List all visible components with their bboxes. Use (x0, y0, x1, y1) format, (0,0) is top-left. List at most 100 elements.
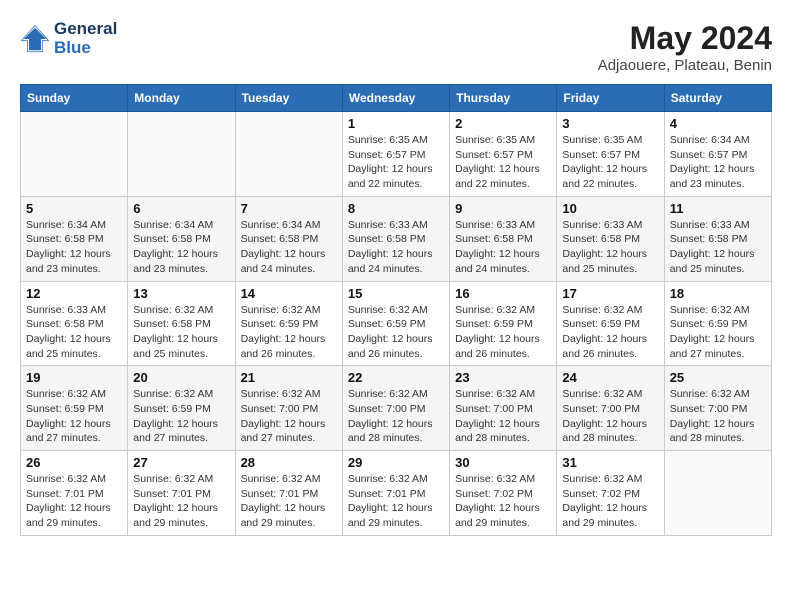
logo-text: General Blue (54, 20, 117, 57)
day-info: Sunrise: 6:33 AMSunset: 6:58 PMDaylight:… (455, 218, 551, 277)
calendar-cell: 14Sunrise: 6:32 AMSunset: 6:59 PMDayligh… (235, 281, 342, 366)
calendar-cell (21, 112, 128, 197)
day-info: Sunrise: 6:32 AMSunset: 7:01 PMDaylight:… (348, 472, 444, 531)
calendar-week-row: 19 Sunrise: 6:32 AMSunset: 6:59 PMDayligh… (21, 366, 772, 451)
day-number: 21 (241, 370, 337, 385)
day-info: Sunrise: 6:32 AMSunset: 6:59 PMDaylight:… (133, 387, 229, 446)
location-subtitle: Adjaouere, Plateau, Benin (598, 57, 772, 74)
calendar-cell: 6Sunrise: 6:34 AMSunset: 6:58 PMDaylight… (128, 196, 235, 281)
calendar-cell: 11Sunrise: 6:33 AMSunset: 6:58 PMDayligh… (664, 196, 771, 281)
day-info: Sunrise: 6:32 AMSunset: 6:59 PMDaylight:… (241, 303, 337, 362)
day-info: Sunrise: 6:32 AMSunset: 6:58 PMDaylight:… (133, 303, 229, 362)
calendar-cell: 12 Sunrise: 6:33 AMSunset: 6:58 PMDayligh… (21, 281, 128, 366)
day-info: Sunrise: 6:32 AMSunset: 7:00 PMDaylight:… (241, 387, 337, 446)
day-number: 1 (348, 116, 444, 131)
calendar-cell: 15 Sunrise: 6:32 AMSunset: 6:59 PMDayligh… (342, 281, 449, 366)
calendar-cell: 28 Sunrise: 6:32 AMSunset: 7:01 PMDayligh… (235, 451, 342, 536)
calendar-cell (664, 451, 771, 536)
day-number: 6 (133, 201, 229, 216)
weekday-header-friday: Friday (557, 85, 664, 112)
calendar-cell: 3 Sunrise: 6:35 AMSunset: 6:57 PMDaylight… (557, 112, 664, 197)
day-info: Sunrise: 6:32 AMSunset: 7:02 PMDaylight:… (562, 472, 658, 531)
calendar-cell: 19 Sunrise: 6:32 AMSunset: 6:59 PMDayligh… (21, 366, 128, 451)
day-info: Sunrise: 6:34 AMSunset: 6:57 PMDaylight:… (670, 133, 766, 192)
calendar-cell: 13Sunrise: 6:32 AMSunset: 6:58 PMDayligh… (128, 281, 235, 366)
calendar-cell: 17 Sunrise: 6:32 AMSunset: 6:59 PMDayligh… (557, 281, 664, 366)
day-number: 7 (241, 201, 337, 216)
day-number: 12 (26, 286, 122, 301)
day-number: 8 (348, 201, 444, 216)
weekday-header-saturday: Saturday (664, 85, 771, 112)
day-info: Sunrise: 6:35 AMSunset: 6:57 PMDaylight:… (455, 133, 551, 192)
day-number: 4 (670, 116, 766, 131)
calendar-cell: 2Sunrise: 6:35 AMSunset: 6:57 PMDaylight… (450, 112, 557, 197)
day-info: Sunrise: 6:32 AMSunset: 6:59 PMDaylight:… (455, 303, 551, 362)
calendar-cell (128, 112, 235, 197)
day-number: 29 (348, 455, 444, 470)
day-number: 10 (562, 201, 658, 216)
calendar-week-row: 26 Sunrise: 6:32 AMSunset: 7:01 PMDayligh… (21, 451, 772, 536)
day-info: Sunrise: 6:32 AMSunset: 7:00 PMDaylight:… (562, 387, 658, 446)
day-info: Sunrise: 6:33 AMSunset: 6:58 PMDaylight:… (562, 218, 658, 277)
calendar-cell: 21 Sunrise: 6:32 AMSunset: 7:00 PMDayligh… (235, 366, 342, 451)
day-number: 17 (562, 286, 658, 301)
title-block: May 2024 Adjaouere, Plateau, Benin (598, 20, 772, 74)
month-year-title: May 2024 (598, 20, 772, 57)
page-header: General Blue May 2024 Adjaouere, Plateau… (20, 20, 772, 74)
calendar-cell: 16Sunrise: 6:32 AMSunset: 6:59 PMDayligh… (450, 281, 557, 366)
calendar-cell: 8 Sunrise: 6:33 AMSunset: 6:58 PMDaylight… (342, 196, 449, 281)
day-number: 28 (241, 455, 337, 470)
day-info: Sunrise: 6:33 AMSunset: 6:58 PMDaylight:… (26, 303, 122, 362)
day-number: 3 (562, 116, 658, 131)
calendar-week-row: 1 Sunrise: 6:35 AMSunset: 6:57 PMDaylight… (21, 112, 772, 197)
day-info: Sunrise: 6:32 AMSunset: 6:59 PMDaylight:… (348, 303, 444, 362)
calendar-cell: 20 Sunrise: 6:32 AMSunset: 6:59 PMDayligh… (128, 366, 235, 451)
day-info: Sunrise: 6:32 AMSunset: 7:01 PMDaylight:… (26, 472, 122, 531)
calendar-cell: 27Sunrise: 6:32 AMSunset: 7:01 PMDayligh… (128, 451, 235, 536)
day-number: 30 (455, 455, 551, 470)
weekday-header-wednesday: Wednesday (342, 85, 449, 112)
calendar-cell: 18Sunrise: 6:32 AMSunset: 6:59 PMDayligh… (664, 281, 771, 366)
day-info: Sunrise: 6:32 AMSunset: 7:00 PMDaylight:… (455, 387, 551, 446)
weekday-header-thursday: Thursday (450, 85, 557, 112)
day-number: 26 (26, 455, 122, 470)
day-info: Sunrise: 6:32 AMSunset: 6:59 PMDaylight:… (670, 303, 766, 362)
day-info: Sunrise: 6:32 AMSunset: 7:01 PMDaylight:… (241, 472, 337, 531)
calendar-cell: 23 Sunrise: 6:32 AMSunset: 7:00 PMDayligh… (450, 366, 557, 451)
calendar-table: SundayMondayTuesdayWednesdayThursdayFrid… (20, 84, 772, 536)
day-info: Sunrise: 6:32 AMSunset: 7:00 PMDaylight:… (348, 387, 444, 446)
calendar-cell: 30Sunrise: 6:32 AMSunset: 7:02 PMDayligh… (450, 451, 557, 536)
calendar-cell: 26 Sunrise: 6:32 AMSunset: 7:01 PMDayligh… (21, 451, 128, 536)
calendar-cell: 5 Sunrise: 6:34 AMSunset: 6:58 PMDaylight… (21, 196, 128, 281)
logo-icon (20, 24, 50, 54)
calendar-cell: 9 Sunrise: 6:33 AMSunset: 6:58 PMDaylight… (450, 196, 557, 281)
day-number: 9 (455, 201, 551, 216)
weekday-header-tuesday: Tuesday (235, 85, 342, 112)
day-number: 20 (133, 370, 229, 385)
weekday-header-sunday: Sunday (21, 85, 128, 112)
day-info: Sunrise: 6:33 AMSunset: 6:58 PMDaylight:… (348, 218, 444, 277)
day-info: Sunrise: 6:32 AMSunset: 6:59 PMDaylight:… (26, 387, 122, 446)
calendar-cell: 10 Sunrise: 6:33 AMSunset: 6:58 PMDayligh… (557, 196, 664, 281)
day-number: 27 (133, 455, 229, 470)
calendar-cell: 1 Sunrise: 6:35 AMSunset: 6:57 PMDaylight… (342, 112, 449, 197)
day-info: Sunrise: 6:32 AMSunset: 7:00 PMDaylight:… (670, 387, 766, 446)
calendar-cell: 7Sunrise: 6:34 AMSunset: 6:58 PMDaylight… (235, 196, 342, 281)
day-number: 24 (562, 370, 658, 385)
calendar-cell: 31 Sunrise: 6:32 AMSunset: 7:02 PMDayligh… (557, 451, 664, 536)
logo: General Blue (20, 20, 117, 57)
calendar-cell: 24 Sunrise: 6:32 AMSunset: 7:00 PMDayligh… (557, 366, 664, 451)
day-number: 15 (348, 286, 444, 301)
calendar-cell: 22Sunrise: 6:32 AMSunset: 7:00 PMDayligh… (342, 366, 449, 451)
calendar-cell: 29 Sunrise: 6:32 AMSunset: 7:01 PMDayligh… (342, 451, 449, 536)
day-info: Sunrise: 6:35 AMSunset: 6:57 PMDaylight:… (562, 133, 658, 192)
day-number: 25 (670, 370, 766, 385)
day-info: Sunrise: 6:34 AMSunset: 6:58 PMDaylight:… (26, 218, 122, 277)
day-number: 19 (26, 370, 122, 385)
day-number: 31 (562, 455, 658, 470)
day-info: Sunrise: 6:32 AMSunset: 6:59 PMDaylight:… (562, 303, 658, 362)
day-number: 23 (455, 370, 551, 385)
day-info: Sunrise: 6:35 AMSunset: 6:57 PMDaylight:… (348, 133, 444, 192)
day-number: 5 (26, 201, 122, 216)
weekday-header-row: SundayMondayTuesdayWednesdayThursdayFrid… (21, 85, 772, 112)
